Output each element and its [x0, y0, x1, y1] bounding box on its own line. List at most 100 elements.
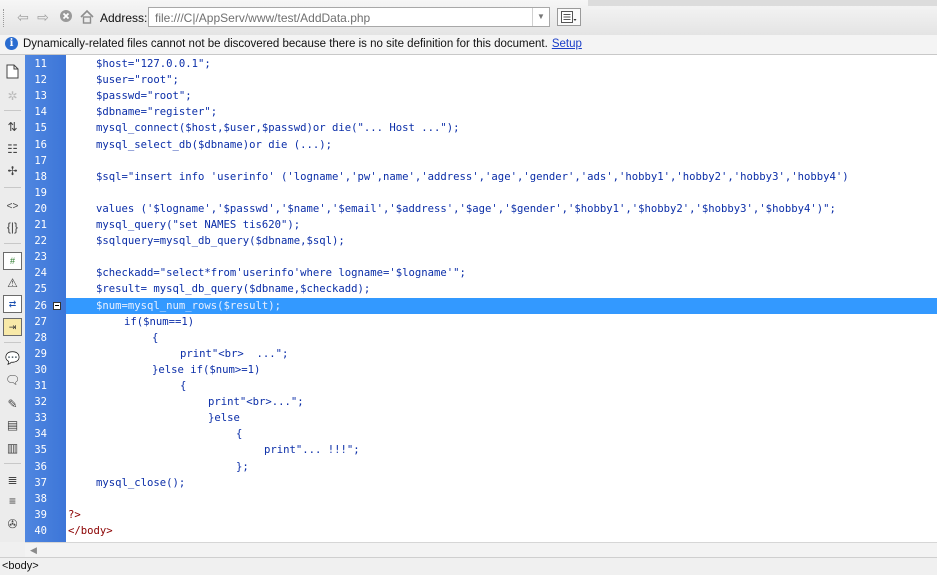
- line-number: 13: [34, 90, 47, 103]
- line-number: 29: [34, 347, 47, 360]
- home-icon[interactable]: [79, 9, 95, 25]
- code-line[interactable]: {: [66, 330, 937, 346]
- file-management-icon[interactable]: ✲: [4, 88, 21, 105]
- line-number: 12: [34, 74, 47, 87]
- address-toolbar: ⇦ ⇨ Address: file:///C|/AppServ/www/test…: [0, 0, 937, 36]
- code-line-text: $num=mysql_num_rows($result);: [96, 299, 281, 312]
- wrap-tag-icon[interactable]: ✎: [4, 396, 21, 413]
- tag-selector[interactable]: <body>: [2, 560, 39, 572]
- code-line-text: </body>: [68, 524, 113, 537]
- code-line[interactable]: print"<br>...";: [66, 394, 937, 410]
- indent-code-icon[interactable]: ≣: [4, 472, 21, 489]
- format-source-code-icon[interactable]: ✇: [4, 516, 21, 533]
- line-number: 28: [34, 331, 47, 344]
- code-line[interactable]: </body>: [66, 523, 937, 539]
- expand-all-icon[interactable]: ✢: [4, 163, 21, 180]
- collapse-selection-icon[interactable]: ☷: [4, 141, 21, 158]
- code-line-text: };: [236, 460, 249, 473]
- line-number: 24: [34, 267, 47, 280]
- code-line[interactable]: mysql_connect($host,$user,$passwd)or die…: [66, 120, 937, 136]
- line-number: 39: [34, 508, 47, 521]
- code-line[interactable]: $host="127.0.0.1";: [66, 56, 937, 72]
- code-line[interactable]: print"... !!!";: [66, 442, 937, 458]
- code-line[interactable]: $dbname="register";: [66, 104, 937, 120]
- line-number: 37: [34, 476, 47, 489]
- code-line[interactable]: [66, 185, 937, 201]
- address-input[interactable]: file:///C|/AppServ/www/test/AddData.php …: [148, 7, 550, 27]
- line-number: 16: [34, 138, 47, 151]
- code-line[interactable]: $sql="insert info 'userinfo' ('logname',…: [66, 169, 937, 185]
- code-line[interactable]: [66, 249, 937, 265]
- recent-snippets-icon[interactable]: ▤: [4, 417, 21, 434]
- line-number: 38: [34, 492, 47, 505]
- code-line[interactable]: print"<br> ...";: [66, 346, 937, 362]
- toolbar-separator: [4, 243, 21, 244]
- code-line[interactable]: values ('$logname','$passwd','$name','$e…: [66, 201, 937, 217]
- line-number: 21: [34, 219, 47, 231]
- outdent-code-icon[interactable]: ≡: [4, 493, 21, 510]
- code-line-text: mysql_close();: [96, 476, 186, 489]
- chevron-down-icon[interactable]: ▼: [532, 8, 549, 26]
- stop-icon[interactable]: [58, 9, 74, 25]
- code-line[interactable]: $sqlquery=mysql_db_query($dbname,$sql);: [66, 233, 937, 249]
- address-url: file:///C|/AppServ/www/test/AddData.php: [155, 11, 371, 25]
- line-number: 23: [34, 251, 47, 264]
- code-line[interactable]: {: [66, 378, 937, 394]
- code-line[interactable]: mysql_select_db($dbname)or die (...);: [66, 137, 937, 153]
- forward-arrow-icon[interactable]: ⇨: [35, 9, 51, 25]
- highlight-invalid-code-icon[interactable]: ⚠: [4, 275, 21, 292]
- line-number: 40: [34, 524, 47, 537]
- code-line[interactable]: $checkadd="select*from'userinfo'where lo…: [66, 265, 937, 281]
- toolbar-grip[interactable]: [3, 9, 6, 27]
- select-parent-tag-icon[interactable]: <>: [4, 198, 21, 215]
- collapse-block-icon[interactable]: [53, 301, 61, 310]
- line-number: 34: [34, 428, 47, 441]
- code-line-text: {: [180, 380, 187, 392]
- line-number: 33: [34, 412, 47, 425]
- setup-link[interactable]: Setup: [552, 38, 582, 50]
- code-line[interactable]: $passwd="root";: [66, 88, 937, 104]
- code-line-text: $dbname="register";: [96, 106, 218, 119]
- apply-comment-icon[interactable]: 💬: [4, 350, 21, 367]
- line-number: 19: [34, 186, 47, 199]
- syntax-coloring-icon[interactable]: ⇄: [3, 295, 22, 313]
- code-line[interactable]: $user="root";: [66, 72, 937, 88]
- code-line-text: $host="127.0.0.1";: [96, 58, 211, 70]
- code-line-text: mysql_query("set NAMES tis620");: [96, 219, 301, 231]
- toolbar-separator: [4, 187, 21, 188]
- code-line[interactable]: $num=mysql_num_rows($result);: [66, 297, 937, 314]
- remove-comment-icon[interactable]: 🗨: [4, 372, 21, 389]
- code-line[interactable]: ?>: [66, 507, 937, 523]
- auto-indent-icon[interactable]: ⇥: [3, 318, 22, 336]
- code-line[interactable]: }else: [66, 410, 937, 426]
- code-editor[interactable]: $host="127.0.0.1"; $user="root"; $passwd="…: [66, 55, 937, 542]
- code-line[interactable]: };: [66, 459, 937, 475]
- horizontal-scrollbar[interactable]: ◀: [25, 542, 937, 558]
- code-line[interactable]: }else if($num>=1): [66, 362, 937, 378]
- code-line-text: $user="root";: [96, 74, 179, 87]
- code-line[interactable]: if($num==1): [66, 314, 937, 330]
- browse-list-icon[interactable]: [557, 8, 581, 26]
- code-line-text: if($num==1): [124, 315, 195, 328]
- code-line-text: print"<br>...";: [208, 396, 304, 409]
- move-css-icon[interactable]: ▥: [4, 440, 21, 457]
- collapse-full-tag-icon[interactable]: ⇅: [4, 119, 21, 136]
- code-line[interactable]: $result= mysql_db_query($dbname,$checkad…: [66, 281, 937, 297]
- toolbar-separator: [4, 342, 21, 343]
- code-line[interactable]: [66, 153, 937, 169]
- code-line[interactable]: mysql_close();: [66, 475, 937, 491]
- line-number-gutter: 11 12 13 14 15 16 17 18 19 20 21 22 23 24 25 26 27 28 29 30…: [25, 55, 66, 542]
- scroll-left-icon[interactable]: ◀: [30, 545, 37, 556]
- line-numbers-icon[interactable]: #: [3, 252, 22, 270]
- open-documents-icon[interactable]: [4, 64, 21, 81]
- code-line[interactable]: [66, 491, 937, 507]
- balance-braces-icon[interactable]: {|}: [4, 219, 21, 236]
- code-line[interactable]: {: [66, 426, 937, 442]
- line-number: 14: [34, 106, 47, 119]
- back-arrow-icon[interactable]: ⇦: [15, 9, 31, 25]
- code-line[interactable]: mysql_query("set NAMES tis620");: [66, 217, 937, 233]
- coding-toolbar: ✲ ⇅ ☷ ✢ <> {|} # ⚠ ⇄ ⇥ 💬 🗨 ✎ ▤ ▥ ≣ ≡ ✇: [0, 55, 26, 542]
